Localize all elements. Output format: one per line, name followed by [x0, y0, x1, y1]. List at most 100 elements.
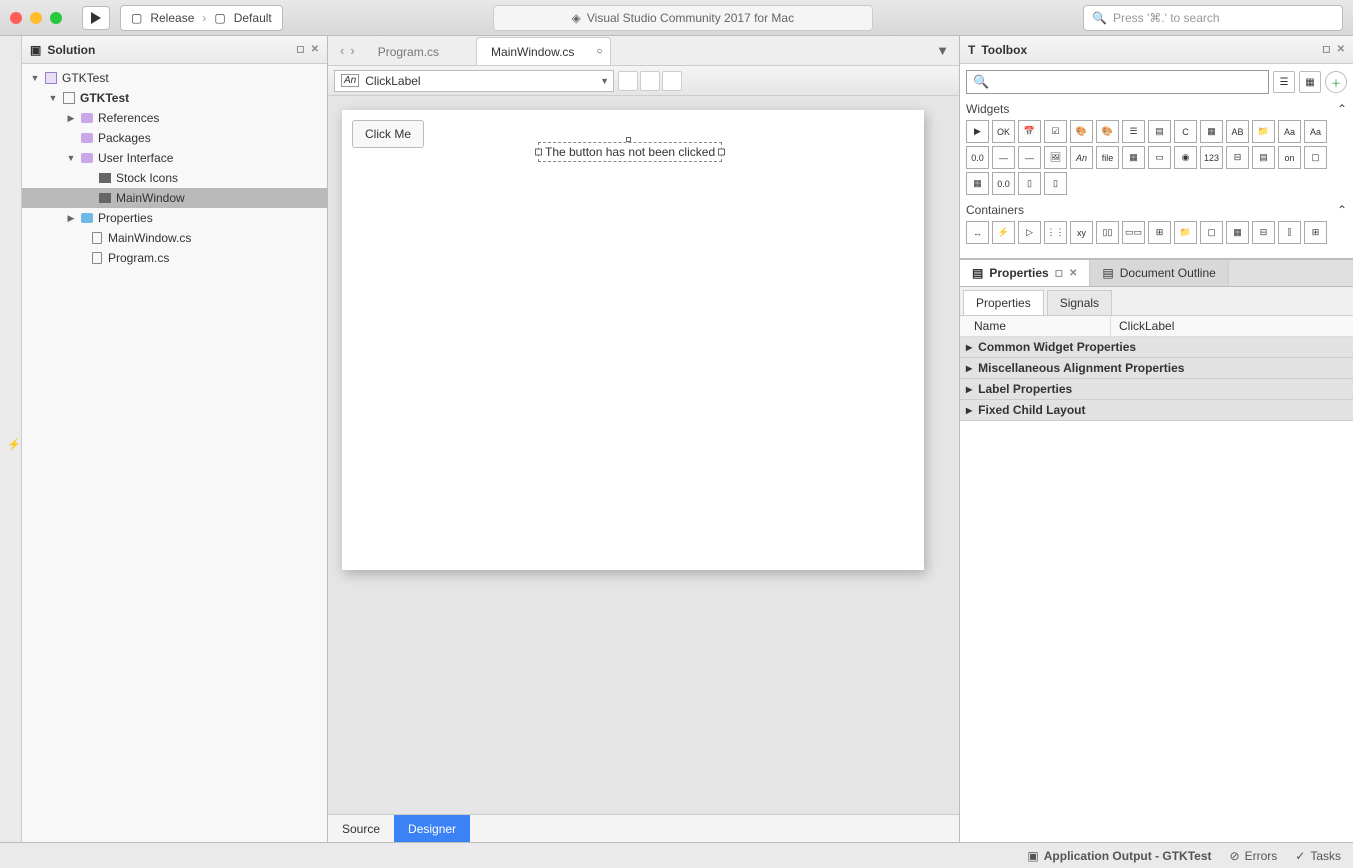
prop-category-alignment[interactable]: ▶ Miscellaneous Alignment Properties — [960, 358, 1353, 379]
tab-document-outline[interactable]: ▤ Document Outline — [1090, 260, 1228, 286]
collapse-icon[interactable]: ⌃ — [1337, 102, 1347, 116]
global-search[interactable]: 🔍 Press '⌘.' to search — [1083, 5, 1343, 31]
widget-item[interactable]: Aa — [1278, 120, 1301, 143]
widget-item[interactable]: ▢ — [1304, 146, 1327, 169]
close-window-icon[interactable] — [10, 12, 22, 24]
widget-selector[interactable]: An ClickLabel ▼ — [334, 70, 614, 92]
widget-item[interactable]: ▯ — [1018, 172, 1041, 195]
widget-item[interactable]: — — [1018, 146, 1041, 169]
container-item[interactable]: ⋮⋮ — [1044, 221, 1067, 244]
subtab-signals[interactable]: Signals — [1047, 290, 1112, 315]
layout-btn-1[interactable] — [618, 71, 638, 91]
container-item[interactable]: ⫿ — [1278, 221, 1301, 244]
widget-item[interactable]: 🎨 — [1070, 120, 1093, 143]
run-button[interactable] — [82, 6, 110, 30]
prop-category-label[interactable]: ▶ Label Properties — [960, 379, 1353, 400]
tree-program-cs[interactable]: Program.cs — [22, 248, 327, 268]
container-item[interactable]: ▢ — [1200, 221, 1223, 244]
widget-item[interactable]: ▦ — [1200, 120, 1223, 143]
toolbox-section-containers[interactable]: Containers ⌃ — [966, 203, 1347, 217]
widget-item[interactable]: AB — [1226, 120, 1249, 143]
collapse-icon[interactable]: ⌃ — [1337, 203, 1347, 217]
widget-item[interactable]: 📅 — [1018, 120, 1041, 143]
toolbox-view-grid-icon[interactable]: ▦ — [1299, 71, 1321, 93]
toolbox-add-icon[interactable]: ＋ — [1325, 71, 1347, 93]
widget-item[interactable]: Aa — [1304, 120, 1327, 143]
pin-icon[interactable]: ◻ — [1322, 44, 1330, 55]
chevron-right-icon[interactable]: ▶ — [66, 113, 76, 124]
widget-item[interactable]: ⊟ — [1226, 146, 1249, 169]
tab-program-cs[interactable]: Program.cs — [363, 37, 476, 65]
widget-item[interactable]: ▶ — [966, 120, 989, 143]
view-tab-designer[interactable]: Designer — [394, 815, 470, 842]
widget-item[interactable]: 🖼 — [1044, 146, 1067, 169]
widget-item[interactable]: on — [1278, 146, 1301, 169]
tree-packages[interactable]: Packages — [22, 128, 327, 148]
tab-overflow-icon[interactable]: ▼ — [926, 43, 959, 58]
nav-forward-icon[interactable]: › — [350, 43, 354, 58]
tree-references[interactable]: ▶ References — [22, 108, 327, 128]
property-name-value[interactable]: ClickLabel — [1110, 316, 1353, 336]
build-config-selector[interactable]: ▢ Release › ▢ Default — [120, 5, 283, 31]
widget-item[interactable]: ☑ — [1044, 120, 1067, 143]
tree-project[interactable]: ▼ GTKTest — [22, 88, 327, 108]
widget-item[interactable]: 123 — [1200, 146, 1223, 169]
container-item[interactable]: ▭▭ — [1122, 221, 1145, 244]
toolbox-section-widgets[interactable]: Widgets ⌃ — [966, 102, 1347, 116]
minimize-window-icon[interactable] — [30, 12, 42, 24]
widget-item[interactable]: ▤ — [1252, 146, 1275, 169]
chevron-down-icon[interactable]: ▼ — [48, 93, 58, 103]
status-tasks[interactable]: ✓ Tasks — [1295, 849, 1341, 863]
designer-label-widget[interactable]: The button has not been clicked — [538, 142, 722, 162]
designer-button-widget[interactable]: Click Me — [352, 120, 424, 148]
widget-item[interactable]: ▭ — [1148, 146, 1171, 169]
tab-mainwindow-cs[interactable]: MainWindow.cs ○ — [476, 37, 611, 65]
toolbox-search[interactable]: 🔍 — [966, 70, 1269, 94]
widget-item[interactable]: — — [992, 146, 1015, 169]
tree-mainwindow[interactable]: MainWindow — [22, 188, 327, 208]
design-surface[interactable]: Click Me The button has not been clicked — [342, 110, 924, 570]
widget-item[interactable]: 📁 — [1252, 120, 1275, 143]
tree-properties[interactable]: ▶ Properties — [22, 208, 327, 228]
container-item[interactable]: ⊞ — [1304, 221, 1327, 244]
container-item[interactable]: ⊟ — [1252, 221, 1275, 244]
chevron-right-icon[interactable]: ▶ — [66, 213, 76, 224]
widget-item[interactable]: ▦ — [1122, 146, 1145, 169]
widget-item[interactable]: An — [1070, 146, 1093, 169]
widget-item[interactable]: ▤ — [1148, 120, 1171, 143]
tree-solution-root[interactable]: ▼ GTKTest — [22, 68, 327, 88]
close-icon[interactable]: ✕ — [1069, 268, 1077, 279]
close-icon[interactable]: ✕ — [1337, 44, 1345, 55]
status-output[interactable]: ▣ Application Output - GTKTest — [1027, 849, 1211, 863]
maximize-window-icon[interactable] — [50, 12, 62, 24]
view-tab-source[interactable]: Source — [328, 815, 394, 842]
pin-icon[interactable]: ◻ — [1055, 268, 1063, 279]
widget-item[interactable]: C — [1174, 120, 1197, 143]
widget-item[interactable]: OK — [992, 120, 1015, 143]
container-item[interactable]: ▯▯ — [1096, 221, 1119, 244]
container-item[interactable]: ⊞ — [1148, 221, 1171, 244]
prop-category-fixed[interactable]: ▶ Fixed Child Layout — [960, 400, 1353, 421]
tree-user-interface[interactable]: ▼ User Interface — [22, 148, 327, 168]
widget-item[interactable]: ▯ — [1044, 172, 1067, 195]
gutter-unit-tests[interactable]: Unit Tests — [0, 414, 3, 474]
widget-item[interactable]: file — [1096, 146, 1119, 169]
nav-back-icon[interactable]: ‹ — [340, 43, 344, 58]
close-icon[interactable]: ✕ — [311, 44, 319, 55]
pin-icon[interactable]: ◻ — [296, 44, 304, 55]
widget-item[interactable]: 0.0 — [992, 172, 1015, 195]
widget-item[interactable]: 🎨 — [1096, 120, 1119, 143]
chevron-down-icon[interactable]: ▼ — [30, 73, 40, 83]
toolbox-view-list-icon[interactable]: ☰ — [1273, 71, 1295, 93]
layout-btn-2[interactable] — [640, 71, 660, 91]
tree-stock-icons[interactable]: Stock Icons — [22, 168, 327, 188]
chevron-down-icon[interactable]: ▼ — [66, 153, 76, 163]
container-item[interactable]: xy — [1070, 221, 1093, 244]
widget-item[interactable]: 0.0 — [966, 146, 989, 169]
status-errors[interactable]: ⊘ Errors — [1230, 849, 1278, 863]
container-item[interactable]: ⚡ — [992, 221, 1015, 244]
widget-item[interactable]: ◉ — [1174, 146, 1197, 169]
close-tab-icon[interactable]: ○ — [596, 46, 602, 57]
tree-mainwindow-cs[interactable]: MainWindow.cs — [22, 228, 327, 248]
container-item[interactable]: ▦ — [1226, 221, 1249, 244]
